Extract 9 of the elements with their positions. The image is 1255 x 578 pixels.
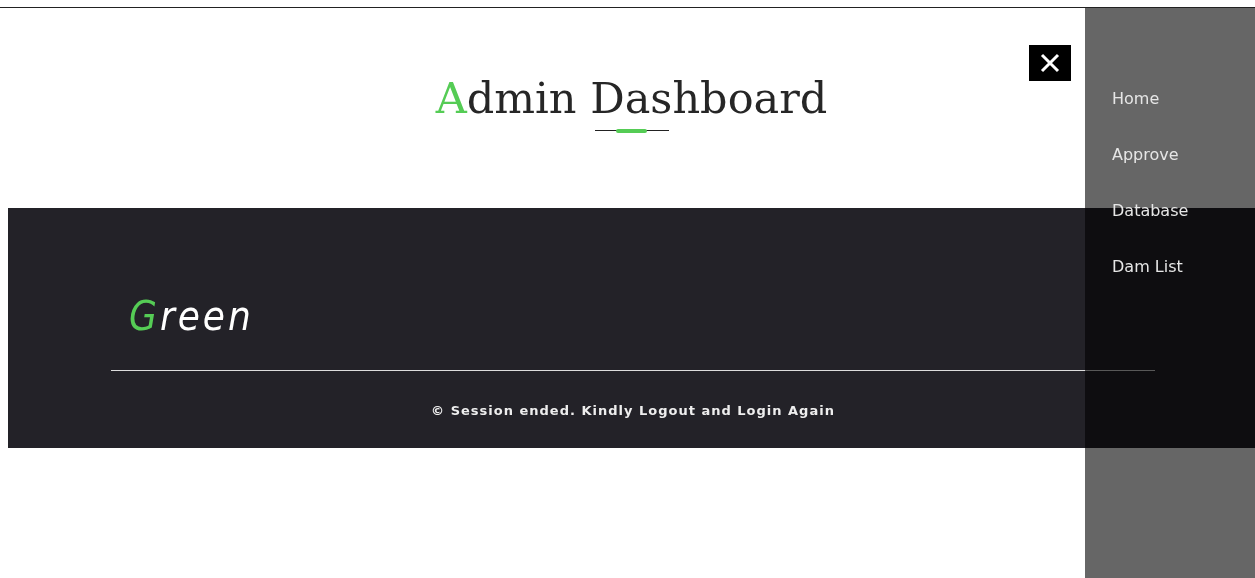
nav-link[interactable]: Dam List [1112, 256, 1183, 278]
nav-link[interactable]: Database [1112, 200, 1189, 222]
page-title: Admin Dashboard [435, 72, 828, 124]
footer-notice: © Session ended. Kindly Logout and Login Again [430, 403, 836, 418]
logo: Green [129, 294, 254, 338]
nav-link[interactable]: Approve [1112, 144, 1179, 166]
nav-link[interactable]: Home [1112, 88, 1160, 110]
close-button[interactable] [1029, 45, 1071, 81]
close-icon [1040, 53, 1060, 73]
